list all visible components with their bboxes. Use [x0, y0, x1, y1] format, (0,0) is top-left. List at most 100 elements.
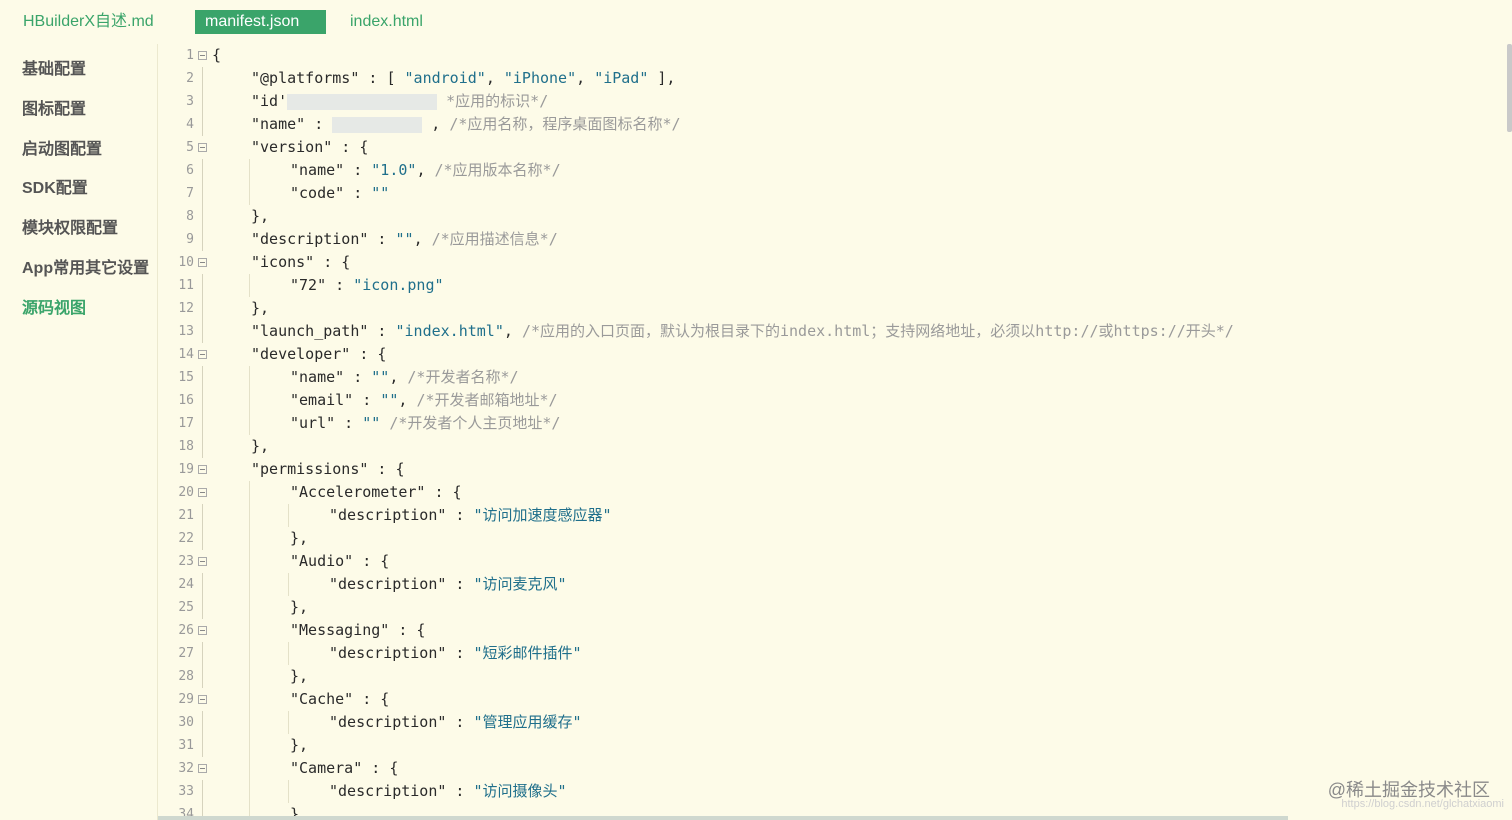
- indent-guide: [249, 619, 250, 642]
- fold-range-line: [202, 412, 203, 435]
- code-token: "Camera" : {: [290, 759, 399, 777]
- string-token: "index.html": [395, 322, 504, 340]
- indent-guide: [249, 527, 250, 550]
- code-editor[interactable]: 1{2 "@platforms" : [ "android", "iPhone",…: [158, 44, 1508, 816]
- string-token: "": [380, 391, 399, 409]
- code-line[interactable]: 19 "permissions" : {: [158, 458, 1498, 481]
- code-line[interactable]: 34},: [158, 803, 1498, 816]
- code-line[interactable]: 27 "description" : "短彩邮件插件": [158, 642, 1498, 665]
- code-line[interactable]: 10 "icons" : {: [158, 251, 1498, 274]
- code-line[interactable]: 17 "url" : "" /*开发者个人主页地址*/: [158, 412, 1498, 435]
- fold-toggle-icon[interactable]: [198, 258, 207, 267]
- fold-toggle-icon[interactable]: [198, 51, 207, 60]
- fold-toggle-icon[interactable]: [198, 626, 207, 635]
- code-line[interactable]: 18},: [158, 435, 1498, 458]
- code-line[interactable]: 23 "Audio" : {: [158, 550, 1498, 573]
- code-line[interactable]: 21 "description" : "访问加速度感应器": [158, 504, 1498, 527]
- horizontal-scrollbar[interactable]: [158, 816, 1288, 820]
- code-line[interactable]: 14 "developer" : {: [158, 343, 1498, 366]
- sidebar-item-source-view[interactable]: 源码视图: [22, 294, 86, 318]
- code-line[interactable]: 3 "id' *应用的标识*/: [158, 90, 1498, 113]
- line-number: 16: [178, 393, 194, 408]
- indent-guide: [288, 573, 289, 596]
- sidebar-item-basic-config[interactable]: 基础配置: [22, 55, 86, 79]
- code-text: },: [290, 665, 308, 688]
- indent-guide: [249, 366, 250, 389]
- code-line[interactable]: 15 "name" : "", /*开发者名称*/: [158, 366, 1498, 389]
- indent-guide: [249, 757, 250, 780]
- sidebar-item-icon-config[interactable]: 图标配置: [22, 95, 86, 119]
- code-line[interactable]: 11 "72" : "icon.png": [158, 274, 1498, 297]
- fold-toggle-icon[interactable]: [198, 350, 207, 359]
- comment-token: /*应用的入口页面，默认为根目录下的index.html；支持网络地址，必须以h…: [521, 322, 1234, 340]
- fold-toggle-icon[interactable]: [198, 764, 207, 773]
- code-line[interactable]: 4 "name" : , /*应用名称，程序桌面图标名称*/: [158, 113, 1498, 136]
- tab-index-html[interactable]: index.html: [340, 10, 433, 34]
- line-number: 32: [178, 761, 194, 776]
- sidebar-item-module-permissions[interactable]: 模块权限配置: [22, 214, 118, 238]
- string-token: "管理应用缓存": [473, 713, 582, 731]
- line-number: 29: [178, 692, 194, 707]
- code-token: },: [251, 437, 270, 455]
- code-line[interactable]: 5 "version" : {: [158, 136, 1498, 159]
- comment-token: /*应用描述信息*/: [431, 230, 558, 248]
- code-line[interactable]: 30 "description" : "管理应用缓存": [158, 711, 1498, 734]
- code-token: "description" :: [329, 644, 474, 662]
- string-token: "iPhone": [503, 69, 577, 87]
- indent-guide: [249, 550, 250, 573]
- code-line[interactable]: 22},: [158, 527, 1498, 550]
- line-number: 25: [178, 600, 194, 615]
- code-line[interactable]: 29 "Cache" : {: [158, 688, 1498, 711]
- fold-range-line: [202, 205, 203, 228]
- indent-guide: [249, 274, 250, 297]
- fold-toggle-icon[interactable]: [198, 557, 207, 566]
- line-number: 9: [186, 232, 194, 247]
- tab-hbuilderx-readme[interactable]: HBuilderX自述.md: [13, 10, 164, 34]
- code-token: },: [251, 207, 270, 225]
- code-line[interactable]: 20 "Accelerometer" : {: [158, 481, 1498, 504]
- line-number: 11: [178, 278, 194, 293]
- code-line[interactable]: 32 "Camera" : {: [158, 757, 1498, 780]
- code-line[interactable]: 31},: [158, 734, 1498, 757]
- code-token: ],: [648, 69, 676, 87]
- fold-toggle-icon[interactable]: [198, 695, 207, 704]
- code-line[interactable]: 16 "email" : "", /*开发者邮箱地址*/: [158, 389, 1498, 412]
- fold-range-line: [202, 90, 203, 113]
- code-line[interactable]: 33 "description" : "访问摄像头": [158, 780, 1498, 803]
- code-text: "developer" : {: [251, 343, 386, 366]
- fold-range-line: [202, 67, 203, 90]
- code-line[interactable]: 12},: [158, 297, 1498, 320]
- fold-toggle-icon[interactable]: [198, 465, 207, 474]
- code-line[interactable]: 7 "code" : "": [158, 182, 1498, 205]
- vertical-scrollbar-thumb[interactable]: [1507, 44, 1512, 132]
- fold-range-line: [202, 504, 203, 527]
- code-line[interactable]: 24 "description" : "访问麦克风": [158, 573, 1498, 596]
- fold-toggle-icon[interactable]: [198, 488, 207, 497]
- fold-toggle-icon[interactable]: [198, 143, 207, 152]
- indent-guide: [249, 803, 250, 816]
- code-line[interactable]: 25},: [158, 596, 1498, 619]
- comment-token: *应用的标识*/: [437, 92, 549, 110]
- sidebar-item-sdk-config[interactable]: SDK配置: [22, 174, 88, 198]
- code-text: },: [290, 596, 308, 619]
- code-line[interactable]: 8},: [158, 205, 1498, 228]
- code-line[interactable]: 28},: [158, 665, 1498, 688]
- code-text: },: [251, 297, 269, 320]
- sidebar-item-app-other-settings[interactable]: App常用其它设置: [22, 254, 149, 278]
- code-line[interactable]: 13 "launch_path" : "index.html", /*应用的入口页…: [158, 320, 1498, 343]
- tab-manifest-json[interactable]: manifest.json: [195, 10, 326, 34]
- code-line[interactable]: 26 "Messaging" : {: [158, 619, 1498, 642]
- string-token: "icon.png": [353, 276, 444, 294]
- sidebar-item-splash-config[interactable]: 启动图配置: [22, 135, 102, 159]
- code-token: "name" :: [290, 368, 372, 386]
- code-line[interactable]: 2 "@platforms" : [ "android", "iPhone", "…: [158, 67, 1498, 90]
- code-line[interactable]: 9 "description" : "", /*应用描述信息*/: [158, 228, 1498, 251]
- code-text: "version" : {: [251, 136, 368, 159]
- code-line[interactable]: 6 "name" : "1.0", /*应用版本名称*/: [158, 159, 1498, 182]
- vertical-scrollbar[interactable]: [1506, 44, 1512, 820]
- fold-range-line: [202, 320, 203, 343]
- code-token: },: [290, 736, 309, 754]
- indent-guide: [288, 711, 289, 734]
- code-text: "description" : "访问摄像头": [329, 780, 567, 803]
- code-line[interactable]: 1{: [158, 44, 1498, 67]
